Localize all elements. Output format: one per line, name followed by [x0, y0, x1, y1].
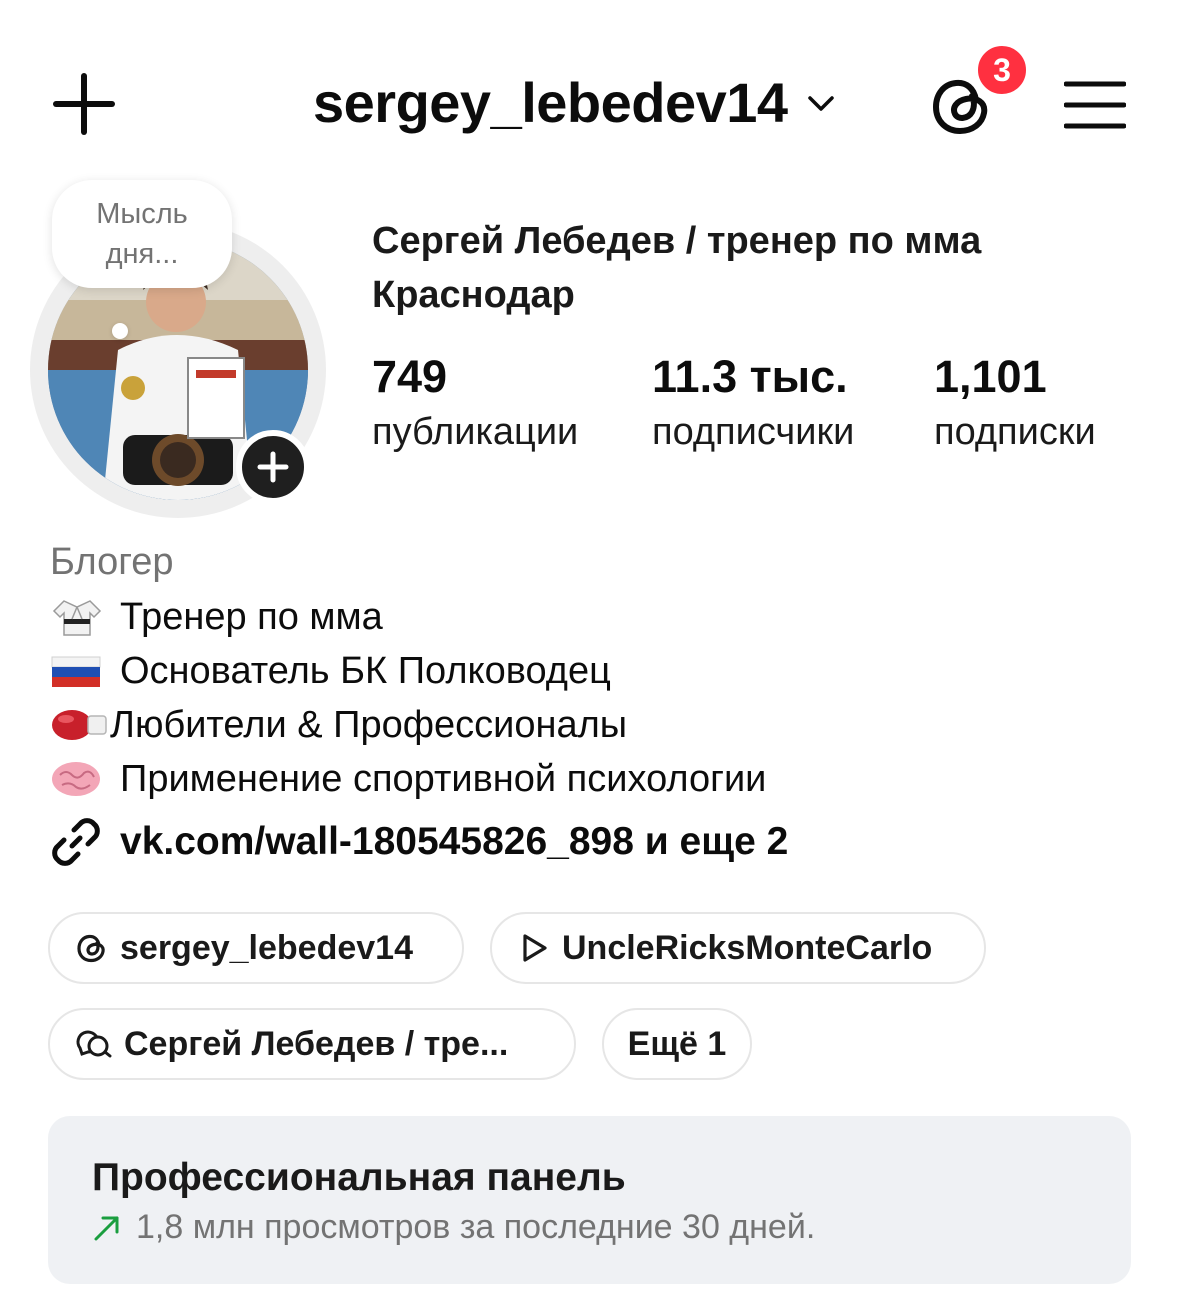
bio-line: Любители & Профессионалы — [50, 698, 766, 752]
music-pill[interactable]: UncleRicksMonteCarlo — [490, 912, 986, 984]
stat-followers[interactable]: 11.3 тыс. подписчики — [652, 350, 854, 460]
stat-posts-label: публикации — [372, 411, 579, 453]
profile-category: Блогер — [50, 541, 174, 583]
trend-up-arrow-icon — [94, 1216, 119, 1240]
stat-followers-count: 11.3 тыс. — [652, 351, 848, 402]
notification-badge: 3 — [974, 42, 1030, 98]
threads-profile-pill[interactable]: sergey_lebedev14 — [48, 912, 464, 984]
pill-label: Сергей Лебедев / тре... — [124, 1024, 509, 1063]
bio-line-text: Любители & Профессионалы — [110, 704, 628, 746]
note-text: Мысль дня... — [96, 198, 188, 270]
link-icon — [52, 818, 100, 866]
chevron-down-icon — [807, 95, 834, 111]
note-bubble-tail — [112, 323, 128, 339]
bio-line: Применение спортивной психологии — [50, 752, 766, 806]
plus-icon — [257, 451, 289, 483]
stat-following-label: подписки — [934, 411, 1096, 453]
pill-label: UncleRicksMonteCarlo — [562, 928, 933, 967]
bio-line: Основатель БК Полководец — [50, 644, 766, 698]
threads-icon — [77, 934, 105, 963]
russia-flag-emoji-icon — [51, 656, 101, 687]
profile-full-name: Сергей Лебедев / тренер по мма Краснодар — [372, 220, 982, 316]
bio-line-text: Применение спортивной психологии — [120, 758, 767, 800]
channel-pill[interactable]: Сергей Лебедев / тре... — [48, 1008, 576, 1080]
bio-line: Тренер по мма — [50, 590, 766, 644]
pill-label: sergey_lebedev14 — [120, 928, 413, 967]
add-story-button[interactable] — [236, 430, 310, 504]
stat-followers-label: подписчики — [652, 411, 855, 453]
stat-following-count: 1,101 — [934, 351, 1047, 402]
username: sergey_lebedev14 — [313, 71, 788, 134]
boxing-glove-emoji-icon — [52, 710, 107, 740]
panel-title: Профессиональная панель — [92, 1156, 626, 1199]
bio: Тренер по мма Основатель БК Полководец Л… — [50, 590, 766, 806]
bio-link[interactable]: vk.com/wall-180545826_898 и еще 2 — [50, 816, 788, 868]
bio-line-text: Основатель БК Полководец — [120, 650, 611, 692]
bio-line-text: Тренер по мма — [120, 596, 383, 638]
bio-link-text: vk.com/wall-180545826_898 и еще 2 — [120, 820, 789, 863]
panel-subtitle-text: 1,8 млн просмотров за последние 30 дней. — [136, 1208, 816, 1246]
chat-icon — [76, 1030, 112, 1058]
brain-emoji-icon — [52, 762, 100, 796]
plus-icon[interactable] — [52, 72, 116, 136]
stat-posts-count: 749 — [372, 351, 448, 402]
note-bubble[interactable]: Мысль дня... — [52, 180, 232, 288]
professional-dashboard[interactable]: Профессиональная панель 1,8 млн просмотр… — [48, 1116, 1131, 1284]
pill-label: Ещё 1 — [627, 1024, 727, 1063]
stat-following[interactable]: 1,101 подписки — [934, 350, 1096, 460]
panel-subtitle: 1,8 млн просмотров за последние 30 дней. — [92, 1208, 815, 1247]
play-icon — [523, 934, 547, 962]
account-switcher[interactable]: sergey_lebedev14 — [313, 70, 836, 135]
more-links-pill[interactable]: Ещё 1 — [602, 1008, 752, 1080]
kimono-emoji-icon — [52, 600, 102, 636]
top-bar: sergey_lebedev14 3 — [0, 0, 1179, 200]
menu-icon[interactable] — [1064, 80, 1126, 130]
stat-posts[interactable]: 749 публикации — [372, 350, 578, 460]
